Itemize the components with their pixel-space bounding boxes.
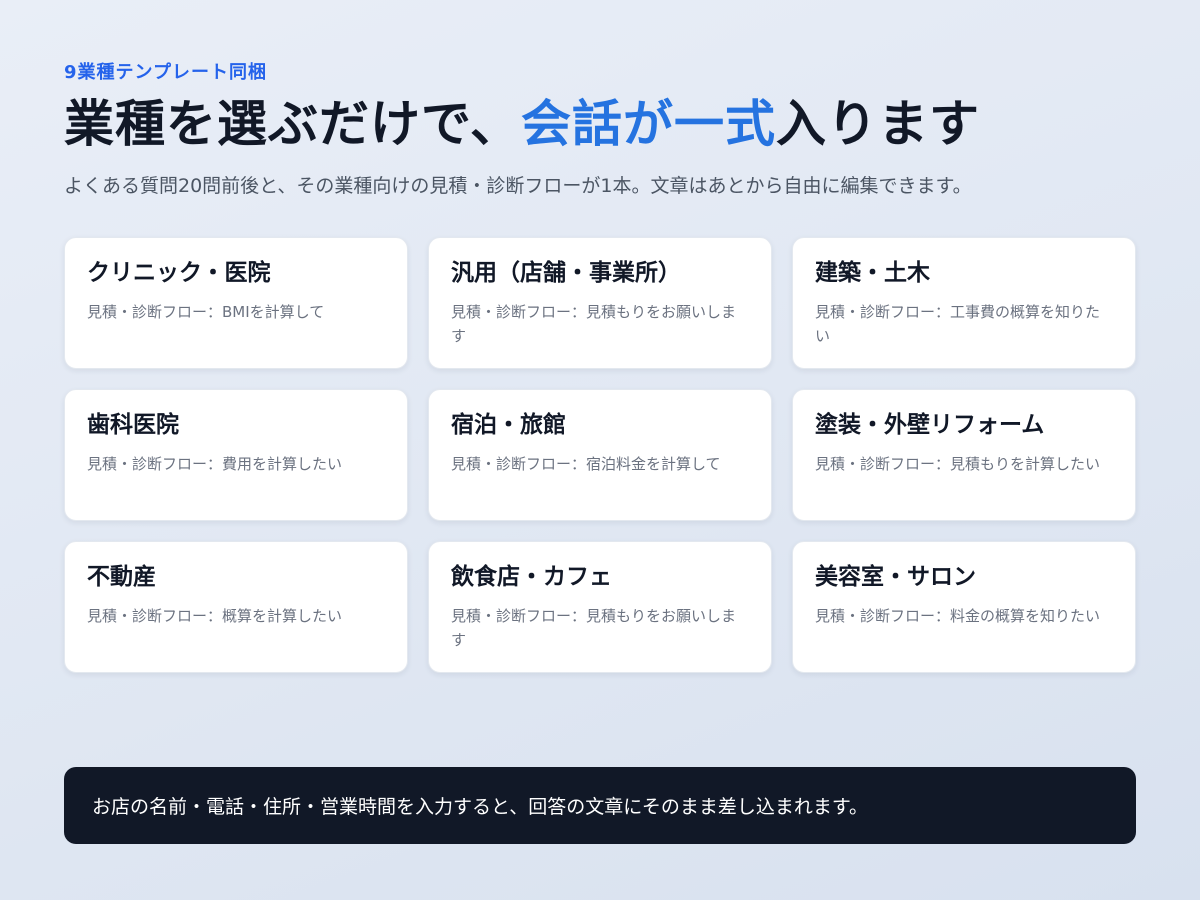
eyebrow-label: 9業種テンプレート同梱 (64, 62, 267, 83)
card-title: 飲食店・カフェ (451, 564, 612, 590)
card-title: 歯科医院 (87, 412, 179, 438)
card-description: 見積・診断フロー：宿泊料金を計算して (451, 455, 721, 473)
info-banner: お店の名前・電話・住所・営業時間を入力すると、回答の文章にそのまま差し込まれます… (64, 767, 1136, 844)
industry-card-salon[interactable]: 美容室・サロン 見積・診断フロー：料金の概算を知りたい (792, 541, 1136, 673)
card-description: 見積・診断フロー：工事費の概算を知りたい (815, 303, 1101, 345)
card-description: 見積・診断フロー：BMIを計算して (87, 303, 325, 321)
card-title: 塗装・外壁リフォーム (815, 412, 1045, 438)
industry-card-clinic[interactable]: クリニック・医院 見積・診断フロー：BMIを計算して (64, 237, 408, 369)
industry-card-general[interactable]: 汎用（店舗・事業所） 見積・診断フロー：見積もりをお願いします (428, 237, 772, 369)
card-title: 建築・土木 (815, 260, 930, 286)
industry-card-real-estate[interactable]: 不動産 見積・診断フロー：概算を計算したい (64, 541, 408, 673)
page-title: 業種を選ぶだけで、会話が一式入ります (64, 92, 980, 156)
industry-card-lodging[interactable]: 宿泊・旅館 見積・診断フロー：宿泊料金を計算して (428, 389, 772, 521)
card-title: クリニック・医院 (87, 260, 271, 286)
title-part-2: 入ります (776, 95, 980, 153)
card-description: 見積・診断フロー：費用を計算したい (87, 455, 343, 473)
title-accent: 会話が一式 (521, 95, 776, 153)
card-title: 汎用（店舗・事業所） (451, 260, 681, 286)
industry-card-dental[interactable]: 歯科医院 見積・診断フロー：費用を計算したい (64, 389, 408, 521)
card-title: 不動産 (87, 564, 156, 590)
page-subtitle: よくある質問20問前後と、その業種向けの見積・診断フローが1本。文章はあとから自… (64, 175, 972, 197)
card-description: 見積・診断フロー：見積もりをお願いします (451, 607, 737, 649)
card-description: 見積・診断フロー：見積もりを計算したい (815, 455, 1101, 473)
card-title: 宿泊・旅館 (451, 412, 566, 438)
card-description: 見積・診断フロー：料金の概算を知りたい (815, 607, 1101, 625)
card-description: 見積・診断フロー：見積もりをお願いします (451, 303, 737, 345)
title-part-1: 業種を選ぶだけで、 (64, 95, 521, 153)
industry-card-painting[interactable]: 塗装・外壁リフォーム 見積・診断フロー：見積もりを計算したい (792, 389, 1136, 521)
industry-grid: クリニック・医院 見積・診断フロー：BMIを計算して 汎用（店舗・事業所） 見積… (64, 237, 1136, 673)
industry-card-restaurant[interactable]: 飲食店・カフェ 見積・診断フロー：見積もりをお願いします (428, 541, 772, 673)
card-title: 美容室・サロン (815, 564, 976, 590)
card-description: 見積・診断フロー：概算を計算したい (87, 607, 343, 625)
banner-text: お店の名前・電話・住所・営業時間を入力すると、回答の文章にそのまま差し込まれます… (92, 796, 868, 818)
industry-card-construction[interactable]: 建築・土木 見積・診断フロー：工事費の概算を知りたい (792, 237, 1136, 369)
